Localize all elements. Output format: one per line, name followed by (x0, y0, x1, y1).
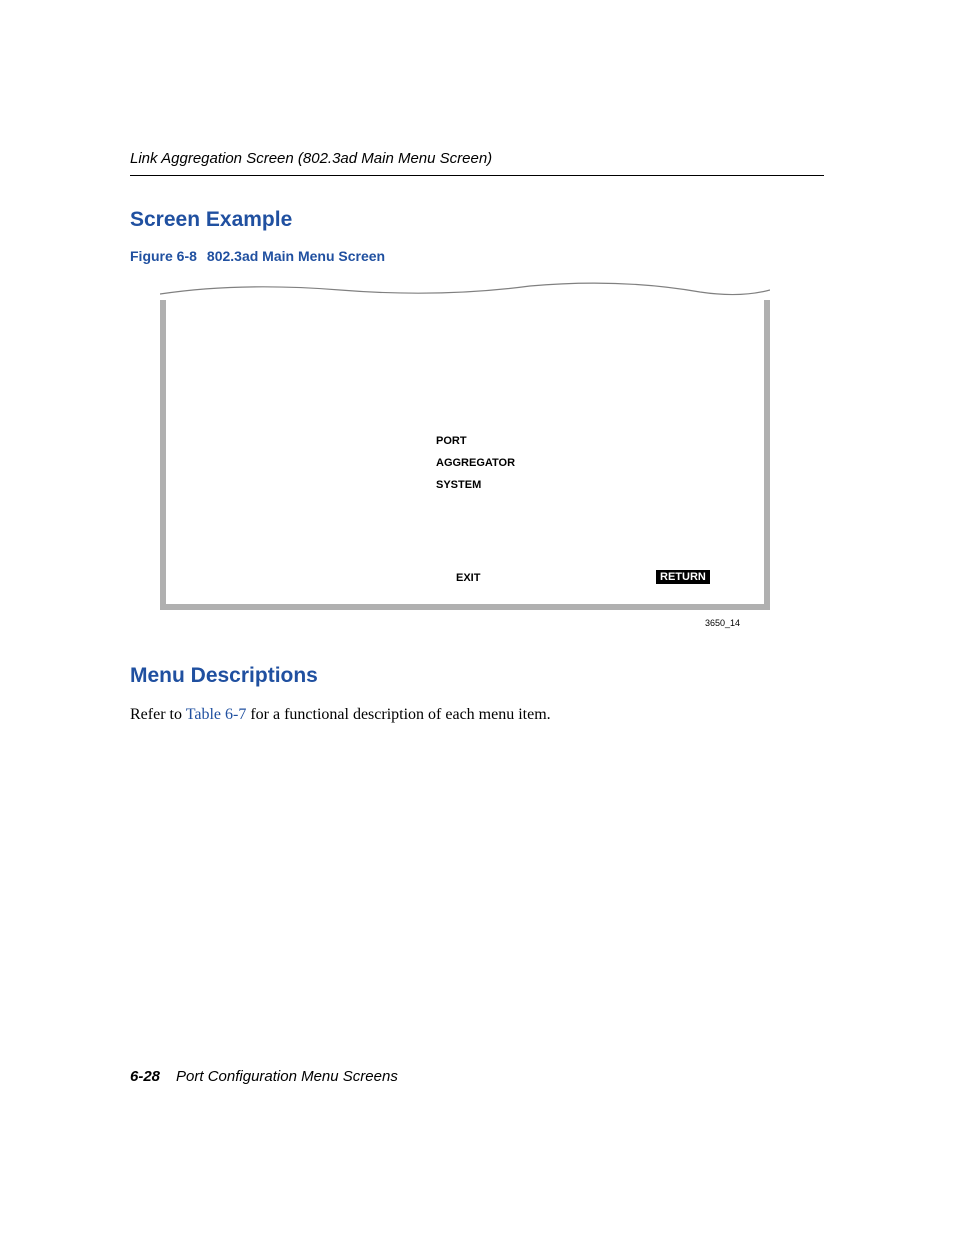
section-heading-screen-example: Screen Example (130, 208, 824, 232)
menu-item-system[interactable]: SYSTEM (436, 474, 515, 496)
text-before-link: Refer to (130, 706, 186, 723)
text-after-link: for a functional description of each men… (246, 706, 550, 723)
menu-item-aggregator[interactable]: AGGREGATOR (436, 452, 515, 474)
figure-number: Figure 6-8 (130, 248, 197, 264)
figure-caption: Figure 6-8 802.3ad Main Menu Screen (130, 248, 824, 264)
page-footer: 6-28 Port Configuration Menu Screens (130, 1068, 398, 1085)
page-number: 6-28 (130, 1068, 160, 1085)
figure-id: 3650_14 (705, 618, 740, 628)
figure-title: 802.3ad Main Menu Screen (207, 248, 385, 264)
figure-container: PORT AGGREGATOR SYSTEM EXIT RETURN 3650_… (160, 282, 770, 610)
terminal-screen: PORT AGGREGATOR SYSTEM EXIT RETURN (160, 300, 770, 610)
body-paragraph: Refer to Table 6-7 for a functional desc… (130, 704, 824, 726)
torn-edge-icon (160, 282, 770, 300)
exit-button[interactable]: EXIT (456, 572, 480, 584)
table-reference-link[interactable]: Table 6-7 (186, 706, 247, 723)
footer-title: Port Configuration Menu Screens (176, 1068, 398, 1085)
menu-item-port[interactable]: PORT (436, 430, 515, 452)
section-heading-menu-descriptions: Menu Descriptions (130, 664, 824, 688)
page-header: Link Aggregation Screen (802.3ad Main Me… (130, 150, 824, 176)
return-button[interactable]: RETURN (656, 570, 710, 584)
